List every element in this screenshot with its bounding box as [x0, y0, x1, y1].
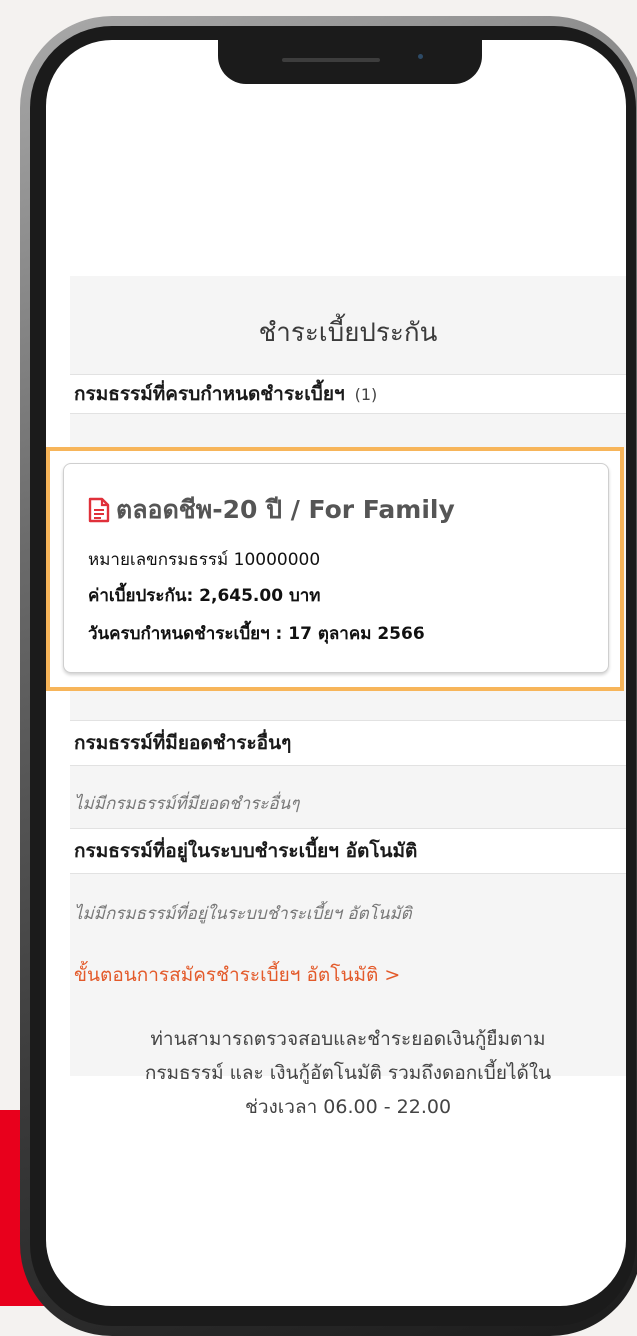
speaker-grille: [282, 58, 380, 62]
policy-name: ตลอดชีพ-20 ปี / For Family: [116, 495, 455, 524]
due-policies-count: (1): [354, 384, 378, 404]
auto-payment-empty: ไม่มีกรมธรรม์ที่อยู่ในระบบชำระเบี้ยฯ อัต…: [74, 904, 412, 924]
document-icon: [88, 497, 110, 523]
policy-due-date: วันครบกำหนดชำระเบี้ยฯ : 17 ตุลาคม 2566: [88, 624, 425, 644]
front-camera: [418, 54, 423, 59]
service-hours-line-3: ช่วงเวลา 06.00 - 22.00: [244, 1096, 452, 1118]
service-hours-note: ท่านสามารถตรวจสอบและชำระยอดเงินกู้ยืมตาม…: [90, 1022, 606, 1124]
phone-notch: [218, 40, 482, 84]
other-payments-header: กรมธรรม์ที่มียอดชำระอื่นๆ: [70, 720, 626, 766]
other-payments-header-label: กรมธรรม์ที่มียอดชำระอื่นๆ: [74, 732, 292, 754]
service-hours-line-1: ท่านสามารถตรวจสอบและชำระยอดเงินกู้ยืมตาม: [150, 1028, 546, 1050]
policy-number: หมายเลขกรมธรรม์ 10000000: [88, 546, 320, 573]
policy-number-value: 10000000: [233, 550, 321, 570]
service-hours-line-2: กรมธรรม์ และ เงินกู้อัตโนมัติ รวมถึงดอกเ…: [144, 1062, 552, 1084]
highlight-box: ตลอดชีพ-20 ปี / For Family หมายเลขกรมธรร…: [46, 447, 624, 691]
auto-payment-header: กรมธรรม์ที่อยู่ในระบบชำระเบี้ยฯ อัตโนมัต…: [70, 828, 626, 874]
auto-payment-signup-link[interactable]: ขั้นตอนการสมัครชำระเบี้ยฯ อัตโนมัติ >: [74, 960, 400, 990]
auto-payment-header-label: กรมธรรม์ที่อยู่ในระบบชำระเบี้ยฯ อัตโนมัต…: [74, 840, 418, 862]
due-policies-header-label: กรมธรรม์ที่ครบกำหนดชำระเบี้ยฯ: [74, 383, 345, 405]
other-payments-empty: ไม่มีกรมธรรม์ที่มียอดชำระอื่นๆ: [74, 794, 300, 814]
payment-page: ชำระเบี้ยประกัน กรมธรรม์ที่ครบกำหนดชำระเ…: [46, 276, 626, 1118]
policy-card[interactable]: ตลอดชีพ-20 ปี / For Family หมายเลขกรมธรร…: [63, 463, 609, 673]
policy-title: ตลอดชีพ-20 ปี / For Family: [88, 490, 455, 530]
due-policies-header: กรมธรรม์ที่ครบกำหนดชำระเบี้ยฯ (1): [70, 374, 626, 414]
policy-number-label: หมายเลขกรมธรรม์: [88, 550, 229, 570]
policy-premium: ค่าเบี้ยประกัน: 2,645.00 บาท: [88, 586, 321, 606]
page-title: ชำระเบี้ยประกัน: [258, 318, 438, 348]
phone-screen: ชำระเบี้ยประกัน กรมธรรม์ที่ครบกำหนดชำระเ…: [46, 40, 626, 1306]
